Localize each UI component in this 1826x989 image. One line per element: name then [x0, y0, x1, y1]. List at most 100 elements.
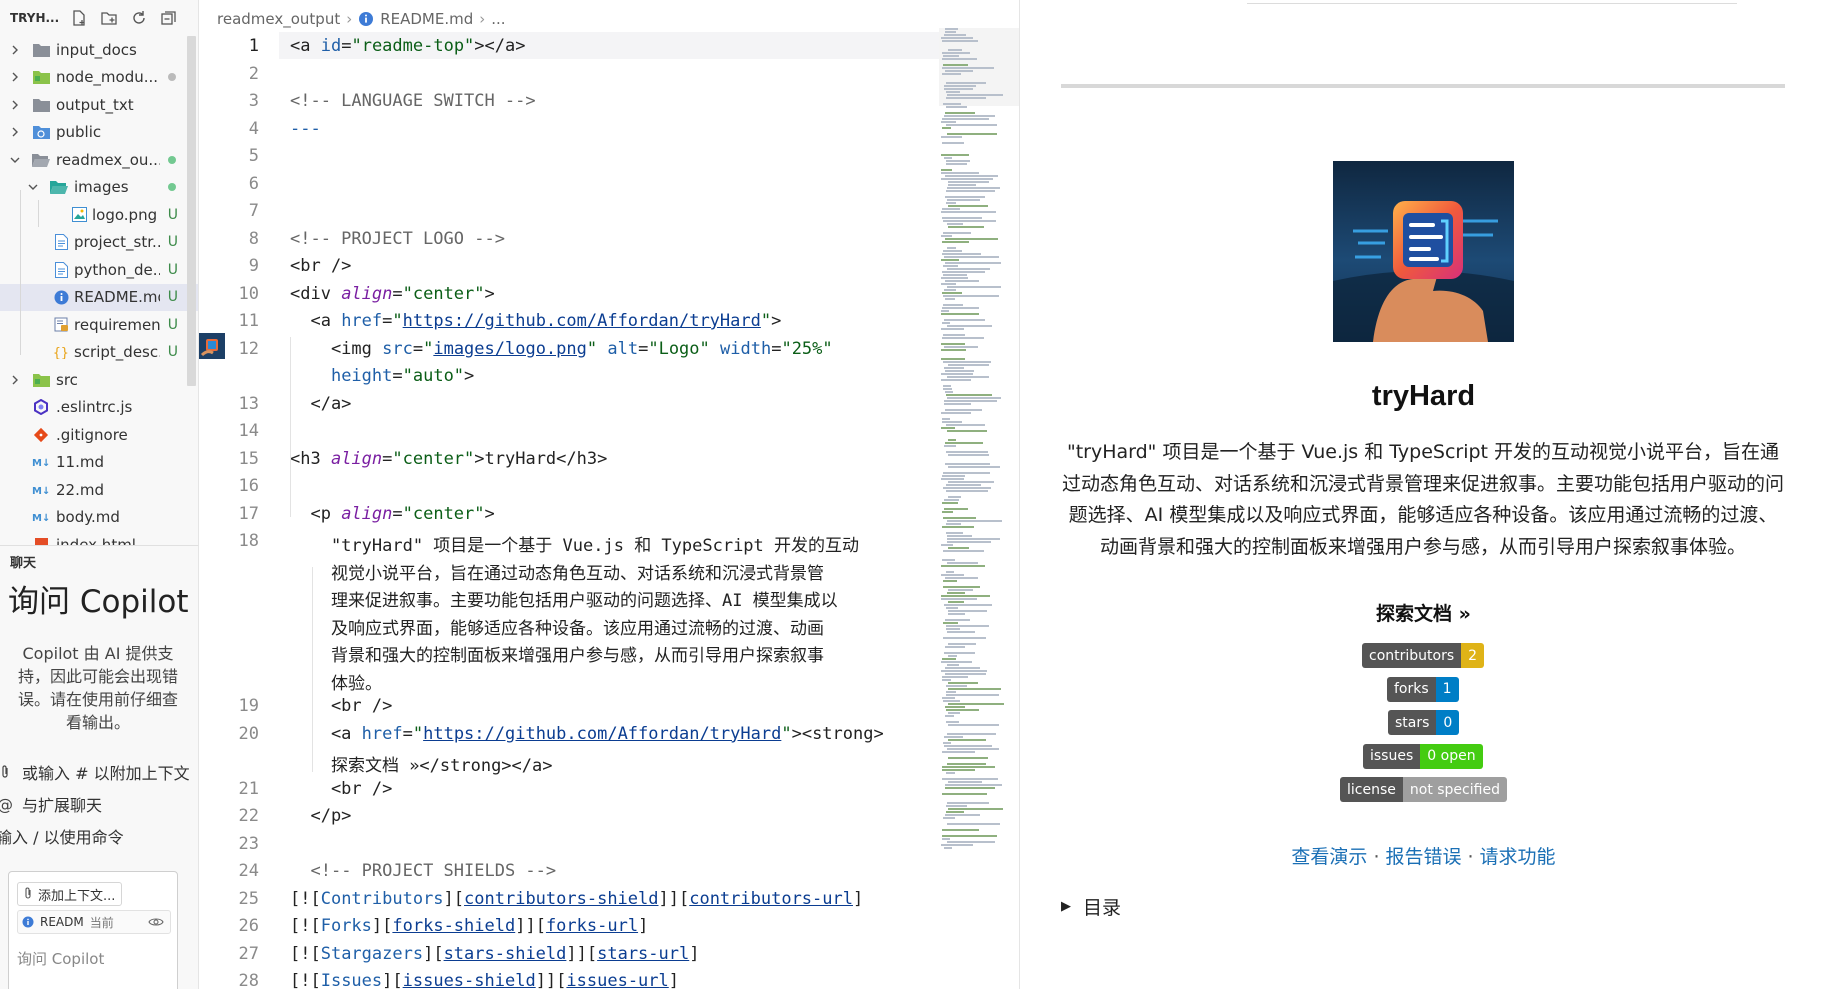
breadcrumb-symbol[interactable]: ...	[491, 10, 505, 28]
tree-item[interactable]: M↓ 11.md	[0, 449, 198, 477]
chat-input-box[interactable]: 添加上下文... READM 当前 询问 Copilot	[8, 871, 178, 989]
minimap-line	[942, 769, 975, 771]
report-bug-link[interactable]: 报告错误	[1385, 846, 1461, 868]
explorer-scrollbar[interactable]	[187, 36, 196, 386]
minimap-line	[942, 658, 956, 660]
minimap-line	[941, 373, 973, 375]
folder-icon	[32, 96, 50, 114]
line-number: 5	[248, 146, 259, 166]
collapse-all-icon[interactable]	[158, 7, 180, 29]
badge-license[interactable]: license not specified	[1340, 777, 1507, 802]
tree-item[interactable]: input_docs	[0, 36, 198, 64]
tree-item[interactable]: python_de... U	[0, 256, 198, 284]
minimap-line	[942, 337, 984, 339]
tree-item[interactable]: README.md U	[0, 283, 198, 311]
minimap-line	[942, 838, 950, 840]
code-text: ---	[290, 118, 321, 139]
tree-item-label: 11.md	[56, 453, 104, 472]
minimap-line	[944, 85, 976, 87]
badge-issues[interactable]: issues 0 open	[1363, 743, 1483, 769]
breadcrumb-folder[interactable]: readmex_output	[217, 10, 340, 28]
disclosure-triangle-icon[interactable]: ▶	[1061, 899, 1071, 914]
minimap-line	[941, 277, 968, 279]
tree-item[interactable]: .gitignore	[0, 421, 198, 449]
minimap-line	[941, 313, 979, 315]
minimap-line	[945, 577, 978, 579]
minimap-line	[942, 679, 951, 681]
minimap-line	[941, 172, 979, 174]
minimap-line	[941, 121, 956, 123]
minimap-line	[945, 646, 965, 648]
markdown-icon: M↓	[32, 481, 50, 499]
breadcrumb-file[interactable]: README.md	[380, 10, 473, 28]
tree-item[interactable]: readmex_ou...	[0, 146, 198, 174]
badge-forks[interactable]: forks 1	[1387, 676, 1459, 702]
tree-item[interactable]: {} script_desc... U	[0, 339, 198, 367]
docs-link[interactable]: 探索文档 »	[1021, 599, 1826, 626]
tree-item[interactable]: requiremen... U	[0, 311, 198, 339]
tree-item[interactable]: project_str... U	[0, 229, 198, 257]
minimap-line	[948, 184, 976, 186]
chat-input[interactable]: 询问 Copilot	[17, 948, 104, 969]
line-number: 22	[238, 806, 259, 826]
minimap-line	[942, 766, 995, 768]
minimap-line	[942, 271, 985, 273]
minimap-line	[943, 250, 962, 252]
chevron-down-icon[interactable]	[8, 153, 22, 167]
folder-open-icon	[50, 178, 68, 196]
code-text: <a id="readme-top"></a>	[290, 36, 526, 56]
tree-item[interactable]: logo.png U	[0, 201, 198, 229]
chevron-right-icon[interactable]	[8, 98, 22, 112]
minimap-line	[942, 307, 979, 309]
tree-item[interactable]: src	[0, 366, 198, 394]
toc-details[interactable]: ▶ 目录	[1061, 893, 1121, 920]
badge-stars[interactable]: stars 0	[1388, 710, 1460, 735]
vscode-window: TRYH... input_docs node_modu... output_txt…	[0, 0, 1826, 989]
minimap-line	[941, 328, 964, 330]
add-context-button[interactable]: 添加上下文...	[17, 882, 123, 906]
minimap-line	[943, 700, 960, 702]
toc-label: 目录	[1083, 897, 1122, 919]
chevron-right-icon[interactable]	[8, 70, 22, 84]
tree-item-label: requiremen...	[74, 315, 160, 334]
tree-item[interactable]: images	[0, 174, 198, 202]
minimap-line	[947, 430, 987, 432]
minimap-line	[942, 127, 951, 129]
code-editor[interactable]: 1 <a id="readme-top"></a> 2 3 <!-- LANGUAGE …	[199, 32, 939, 989]
chevron-right-icon[interactable]	[8, 125, 22, 139]
minimap-line	[943, 388, 952, 390]
chevron-right-icon[interactable]	[8, 373, 22, 387]
code-text: <!-- LANGUAGE SWITCH -->	[290, 91, 536, 111]
chevron-down-icon[interactable]	[26, 180, 40, 194]
tree-item-label: project_str...	[74, 233, 160, 252]
tree-item[interactable]: M↓ 22.md	[0, 476, 198, 504]
hint-context-text: 或输入 # 以附加上下文	[22, 764, 190, 783]
tree-item[interactable]: index.html	[0, 531, 198, 545]
minimap-line	[948, 703, 1004, 705]
chat-tab[interactable]: 聊天	[10, 552, 36, 571]
code-text: <br />	[290, 696, 393, 716]
svg-text:M↓: M↓	[32, 486, 50, 496]
tree-item-label: 22.md	[56, 480, 104, 499]
chevron-right-icon[interactable]	[8, 43, 22, 57]
git-status-dot	[168, 183, 176, 192]
refresh-icon[interactable]	[128, 7, 150, 29]
minimap-line	[942, 751, 975, 753]
minimap[interactable]	[939, 28, 1015, 858]
badge-contributors[interactable]: contributors 2	[1362, 643, 1485, 668]
eye-icon[interactable]	[148, 916, 164, 928]
hint-commands-text: 输入 / 以使用命令	[0, 828, 124, 847]
new-file-icon[interactable]	[68, 7, 90, 29]
view-demo-link[interactable]: 查看演示	[1291, 846, 1367, 868]
tree-item[interactable]: node_modu...	[0, 64, 198, 92]
current-file-chip[interactable]: READM 当前	[17, 910, 171, 934]
new-folder-icon[interactable]	[98, 7, 120, 29]
tree-item[interactable]: M↓ body.md	[0, 504, 198, 532]
request-feature-link[interactable]: 请求功能	[1480, 846, 1556, 868]
minimap-line	[948, 643, 976, 645]
tree-item[interactable]: output_txt	[0, 91, 198, 119]
tree-item[interactable]: .eslintrc.js	[0, 394, 198, 422]
minimap-line	[946, 124, 997, 126]
svg-text:{}: {}	[53, 346, 69, 359]
tree-item[interactable]: public	[0, 119, 198, 147]
